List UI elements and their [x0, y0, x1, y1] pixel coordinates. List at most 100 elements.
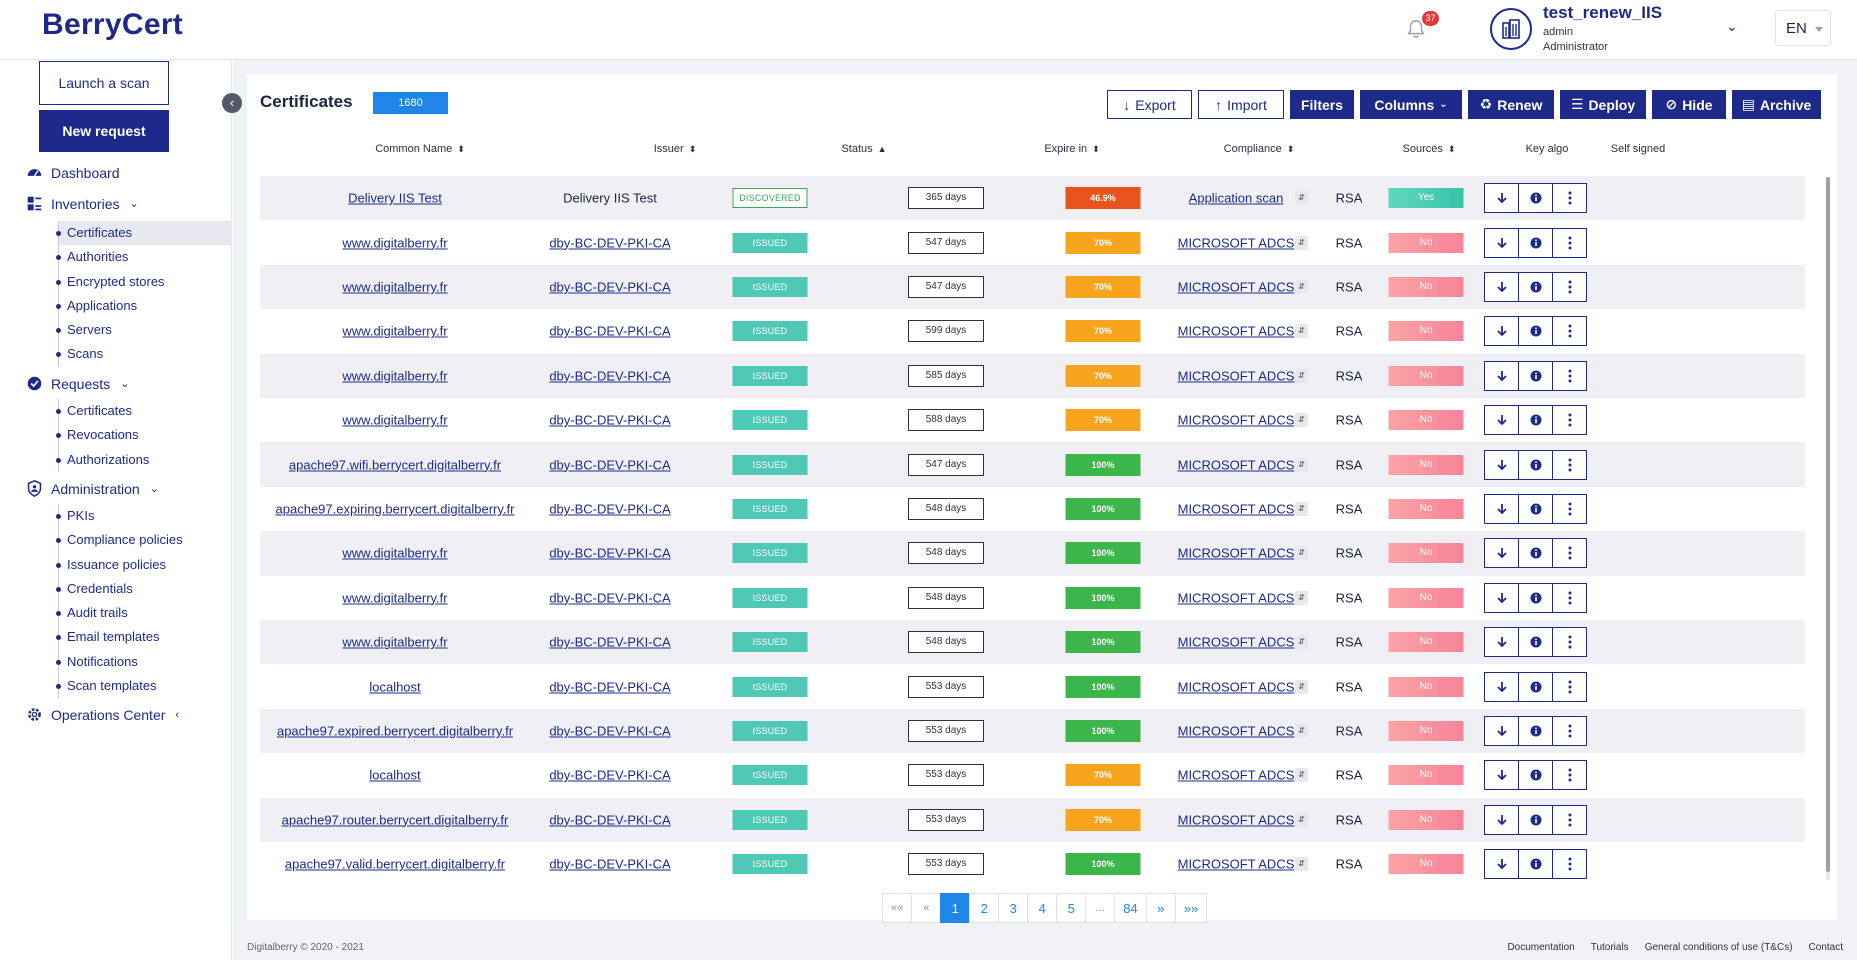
source-sort-icon[interactable]: ⇵ [1295, 191, 1308, 206]
issuer-link[interactable]: dby-BC-DEV-PKI-CA [549, 457, 670, 472]
last-page-button[interactable]: »» [1174, 893, 1208, 923]
renew-button[interactable]: ♻ Renew [1468, 90, 1554, 119]
download-button[interactable] [1484, 804, 1519, 835]
common-name-link[interactable]: www.digitalberry.fr [342, 235, 447, 250]
sidebar-item-encrypted-stores[interactable]: Encrypted stores [56, 270, 232, 294]
common-name-link[interactable]: apache97.expiring.berrycert.digitalberry… [276, 501, 515, 516]
issuer-link[interactable]: dby-BC-DEV-PKI-CA [549, 635, 670, 650]
source-link[interactable]: MICROSOFT ADCS [1178, 546, 1295, 561]
column-header-expire-in[interactable]: Expire in ⬍ [1044, 143, 1099, 155]
info-button[interactable] [1518, 804, 1553, 835]
source-link[interactable]: MICROSOFT ADCS [1178, 812, 1295, 827]
sidebar-item-applications[interactable]: Applications [56, 294, 232, 318]
common-name-link[interactable]: apache97.expired.berrycert.digitalberry.… [277, 723, 513, 738]
sidebar-item-administration[interactable]: Administration ⌄ [26, 480, 159, 497]
previous-page-button[interactable]: « [911, 893, 942, 923]
info-button[interactable] [1518, 760, 1553, 791]
more-options-button[interactable] [1552, 671, 1587, 702]
columns-button[interactable]: Columns ⌄ [1360, 90, 1462, 119]
source-sort-icon[interactable]: ⇵ [1295, 812, 1308, 827]
more-options-button[interactable] [1552, 493, 1587, 524]
table-row[interactable]: www.digitalberry.fr dby-BC-DEV-PKI-CA ISSU… [260, 398, 1805, 442]
source-link[interactable]: MICROSOFT ADCS [1178, 324, 1295, 339]
info-button[interactable] [1518, 671, 1553, 702]
table-row[interactable]: www.digitalberry.fr dby-BC-DEV-PKI-CA ISSU… [260, 620, 1805, 665]
table-row[interactable]: apache97.router.berrycert.digitalberry.f… [260, 797, 1805, 842]
download-button[interactable] [1484, 760, 1519, 791]
more-options-button[interactable] [1552, 227, 1587, 258]
hide-button[interactable]: ⊘ Hide [1652, 90, 1726, 119]
common-name-link[interactable]: localhost [369, 679, 420, 694]
export-button[interactable]: ↓ Export [1107, 90, 1192, 119]
download-button[interactable] [1484, 271, 1519, 302]
source-link[interactable]: MICROSOFT ADCS [1178, 590, 1295, 605]
sidebar-item-inventories[interactable]: Inventories ⌄ [26, 195, 139, 212]
issuer-link[interactable]: dby-BC-DEV-PKI-CA [549, 812, 670, 827]
sidebar-item-scan-templates[interactable]: Scan templates [56, 674, 232, 698]
column-header-compliance[interactable]: Compliance ⬍ [1224, 143, 1295, 155]
info-button[interactable] [1518, 715, 1553, 746]
column-header-issuer[interactable]: Issuer ⬍ [654, 143, 697, 155]
footer-link-terms[interactable]: General conditions of use (T&Cs) [1645, 942, 1793, 953]
chevron-down-icon[interactable]: ⌄ [1726, 18, 1738, 35]
new-request-button[interactable]: New request [39, 110, 169, 152]
issuer-link[interactable]: dby-BC-DEV-PKI-CA [549, 413, 670, 428]
common-name-link[interactable]: www.digitalberry.fr [342, 635, 447, 650]
common-name-link[interactable]: www.digitalberry.fr [342, 324, 447, 339]
table-row[interactable]: www.digitalberry.fr dby-BC-DEV-PKI-CA ISSU… [260, 353, 1805, 398]
sidebar-item-operations-center[interactable]: Operations Center ‹ [26, 706, 179, 723]
avatar[interactable] [1490, 8, 1532, 50]
issuer-link[interactable]: dby-BC-DEV-PKI-CA [549, 546, 670, 561]
import-button[interactable]: ↑ Import [1198, 90, 1284, 119]
info-button[interactable] [1518, 405, 1553, 436]
deploy-button[interactable]: ☰ Deploy [1560, 90, 1646, 119]
info-button[interactable] [1518, 849, 1553, 880]
download-button[interactable] [1484, 538, 1519, 569]
issuer-link[interactable]: dby-BC-DEV-PKI-CA [549, 235, 670, 250]
common-name-link[interactable]: apache97.valid.berrycert.digitalberry.fr [285, 857, 505, 872]
table-row[interactable]: www.digitalberry.fr dby-BC-DEV-PKI-CA ISSU… [260, 309, 1805, 353]
common-name-link[interactable]: Delivery IIS Test [348, 191, 442, 206]
download-button[interactable] [1484, 316, 1519, 347]
issuer-link[interactable]: dby-BC-DEV-PKI-CA [549, 768, 670, 783]
source-link[interactable]: MICROSOFT ADCS [1178, 679, 1295, 694]
source-link[interactable]: MICROSOFT ADCS [1178, 457, 1295, 472]
sidebar-item-authorities[interactable]: Authorities [56, 245, 232, 269]
sidebar-item-email-templates[interactable]: Email templates [56, 625, 232, 649]
app-logo[interactable]: BerryCert [42, 8, 183, 42]
common-name-link[interactable]: apache97.router.berrycert.digitalberry.f… [282, 812, 509, 827]
table-scrollbar[interactable] [1826, 177, 1830, 880]
first-page-button[interactable]: «« [882, 893, 913, 923]
sidebar-item-request-certificates[interactable]: Certificates [56, 399, 232, 423]
download-button[interactable] [1484, 671, 1519, 702]
source-link[interactable]: MICROSOFT ADCS [1178, 413, 1295, 428]
info-button[interactable] [1518, 316, 1553, 347]
column-header-status[interactable]: Status ▲ [841, 143, 886, 155]
more-options-button[interactable] [1552, 849, 1587, 880]
more-options-button[interactable] [1552, 405, 1587, 436]
table-row[interactable]: Delivery IIS Test Delivery IIS Test DISCOV… [260, 176, 1805, 221]
sidebar-item-issuance-policies[interactable]: Issuance policies [56, 553, 232, 577]
common-name-link[interactable]: www.digitalberry.fr [342, 368, 447, 383]
more-options-button[interactable] [1552, 760, 1587, 791]
sidebar-item-certificates[interactable]: Certificates [56, 221, 232, 246]
source-sort-icon[interactable]: ⇵ [1295, 590, 1308, 605]
source-sort-icon[interactable]: ⇵ [1295, 501, 1308, 516]
source-sort-icon[interactable]: ⇵ [1295, 413, 1308, 428]
pagination-ellipsis[interactable]: ... [1085, 893, 1116, 923]
info-button[interactable] [1518, 582, 1553, 613]
sidebar-item-scans[interactable]: Scans [56, 342, 232, 366]
info-button[interactable] [1518, 183, 1553, 214]
source-sort-icon[interactable]: ⇵ [1295, 857, 1308, 872]
download-button[interactable] [1484, 227, 1519, 258]
source-sort-icon[interactable]: ⇵ [1295, 546, 1308, 561]
more-options-button[interactable] [1552, 360, 1587, 391]
page-button[interactable]: 5 [1056, 893, 1087, 923]
source-link[interactable]: MICROSOFT ADCS [1178, 501, 1295, 516]
common-name-link[interactable]: apache97.wifi.berrycert.digitalberry.fr [289, 457, 501, 472]
download-button[interactable] [1484, 360, 1519, 391]
more-options-button[interactable] [1552, 715, 1587, 746]
issuer-link[interactable]: dby-BC-DEV-PKI-CA [549, 501, 670, 516]
more-options-button[interactable] [1552, 316, 1587, 347]
table-row[interactable]: apache97.expiring.berrycert.digitalberry… [260, 487, 1805, 531]
